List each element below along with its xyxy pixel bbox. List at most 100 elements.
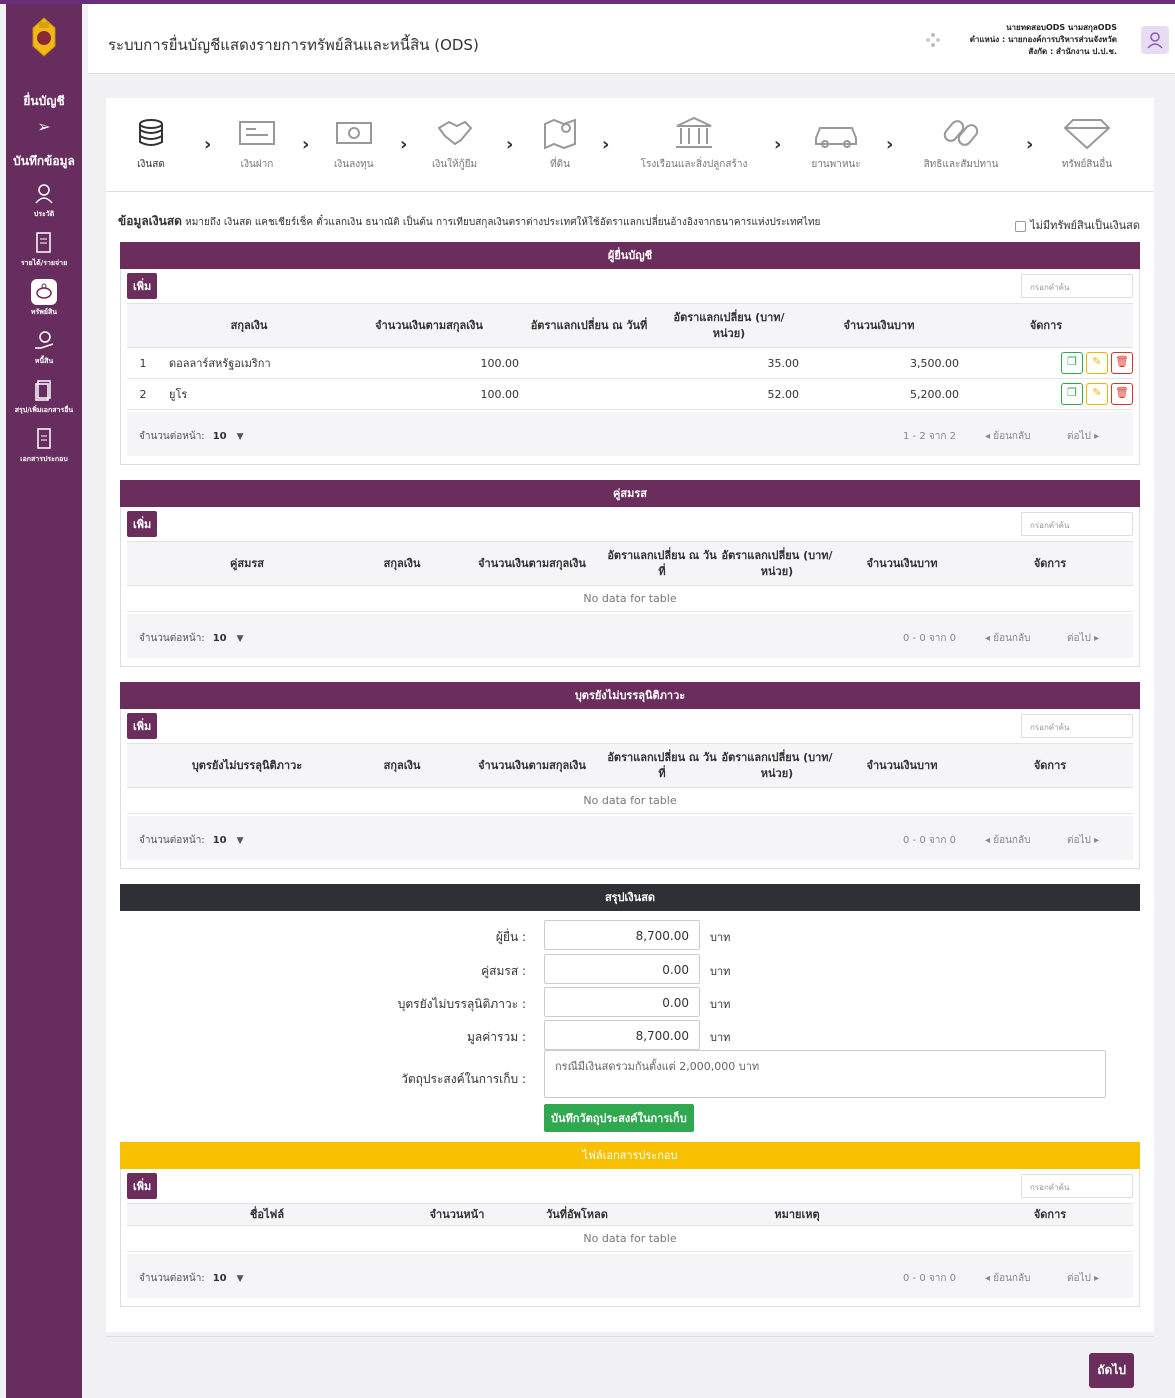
step-land[interactable]: ที่ดิน xyxy=(542,116,578,172)
delete-icon[interactable]: 🗑 xyxy=(1111,383,1133,405)
document-icon xyxy=(31,230,57,256)
column-header: จำนวนเงินตามสกุลเงิน xyxy=(457,743,607,788)
caret-down-icon[interactable]: ▼ xyxy=(237,634,244,644)
next-page-button[interactable]: ต่อไป ▸ xyxy=(1067,833,1099,848)
baht-cell: 3,500.00 xyxy=(799,347,959,379)
search-input[interactable]: กรอกคำค้น xyxy=(1021,512,1133,536)
child-table: บุตรยังไม่บรรลุนิติภาวะ สกุลเงิน จำนวนเง… xyxy=(127,743,1133,814)
unit-label: บาท xyxy=(710,965,731,978)
per-page[interactable]: จำนวนต่อหน้า: 10 ▼ xyxy=(139,833,244,848)
sidebar-item-liabilities[interactable]: หนี้สิน xyxy=(6,328,82,367)
column-header: อัตราแลกเปลี่ยน (บาท/หน่วย) xyxy=(717,743,837,788)
add-button[interactable]: เพิ่ม xyxy=(127,1173,158,1199)
caret-down-icon[interactable]: ▼ xyxy=(237,432,244,442)
step-other-assets[interactable]: ทรัพย์สินอื่น xyxy=(1056,116,1118,172)
step-cash[interactable]: เงินสด xyxy=(134,116,168,172)
per-page-label: จำนวนต่อหน้า: xyxy=(139,835,205,846)
prev-page-button[interactable]: ◂ ย้อนกลับ xyxy=(985,1271,1030,1286)
asset-steps: เงินสด › เงินฝาก › เงินลงทุน › เงินให้กู… xyxy=(106,98,1154,192)
sidebar: ยื่นบัญชี ➢ บันทึกข้อมูล ประวัติ รายได้/… xyxy=(6,4,82,1398)
avatar[interactable] xyxy=(1141,26,1169,54)
summary-child-label: บุตรยังไม่บรรลุนิติภาวะ : xyxy=(397,997,526,1011)
next-page-button[interactable]: ต่อไป ▸ xyxy=(1067,429,1099,444)
edit-icon[interactable]: ✎ xyxy=(1086,352,1108,374)
per-page-value[interactable]: 10 xyxy=(213,633,227,644)
copy-icon[interactable]: ❐ xyxy=(1061,383,1083,405)
copy-icon[interactable]: ❐ xyxy=(1061,352,1083,374)
next-button[interactable]: ถัดไป xyxy=(1089,1353,1134,1388)
person-icon xyxy=(31,181,57,207)
column-header: จำนวนเงินตามสกุลเงิน xyxy=(457,541,607,586)
baht-cell: 5,200.00 xyxy=(799,378,959,410)
column-header: จำนวนเงินบาท xyxy=(837,743,967,788)
column-header: สกุลเงิน xyxy=(347,743,457,788)
add-button[interactable]: เพิ่ม xyxy=(127,273,158,299)
per-page-label: จำนวนต่อหน้า: xyxy=(139,633,205,644)
actions-cell: ❐ ✎ 🗑 xyxy=(959,347,1133,379)
caret-down-icon[interactable]: ▼ xyxy=(237,1274,244,1284)
caret-down-icon[interactable]: ▼ xyxy=(237,836,244,846)
table-row: No data for table xyxy=(127,787,1133,814)
search-input[interactable]: กรอกคำค้น xyxy=(1021,274,1133,298)
next-page-button[interactable]: ต่อไป ▸ xyxy=(1067,1271,1099,1286)
column-header xyxy=(127,743,147,788)
checkbox-icon[interactable] xyxy=(1015,220,1027,232)
summary-total-row: มูลค่ารวม : 8,700.00 บาท xyxy=(106,1020,1154,1050)
step-vehicle[interactable]: ยานพาหนะ xyxy=(806,116,866,172)
add-button[interactable]: เพิ่ม xyxy=(127,511,158,537)
page-range: 1 - 2 จาก 2 xyxy=(903,431,956,442)
diamond-icon xyxy=(1063,119,1111,150)
sidebar-item-profile[interactable]: ประวัติ xyxy=(6,181,82,220)
purpose-textarea[interactable]: กรณีมีเงินสดรวมกันตั้งแต่ 2,000,000 บาท xyxy=(544,1050,1106,1098)
next-page-label: ต่อไป xyxy=(1067,1273,1091,1284)
prev-page-button[interactable]: ◂ ย้อนกลับ xyxy=(985,429,1030,444)
sidebar-item-label: ประวัติ xyxy=(33,210,55,218)
per-page[interactable]: จำนวนต่อหน้า: 10 ▼ xyxy=(139,631,244,646)
column-header: จำนวนหน้า xyxy=(387,1203,527,1226)
step-buildings[interactable]: โรงเรือนและสิ่งปลูกสร้าง xyxy=(634,116,754,172)
per-page-value[interactable]: 10 xyxy=(213,431,227,442)
no-cash-checkbox[interactable]: ไม่มีทรัพย์สินเป็นเงินสด xyxy=(1015,216,1140,234)
next-page-button[interactable]: ต่อไป ▸ xyxy=(1067,631,1099,646)
search-input[interactable]: กรอกคำค้น xyxy=(1021,1174,1133,1198)
per-page-value[interactable]: 10 xyxy=(213,835,227,846)
sidebar-section-file[interactable]: ยื่นบัญชี xyxy=(6,92,82,111)
search-input[interactable]: กรอกคำค้น xyxy=(1021,714,1133,738)
app-title: ระบบการยื่นบัญชีแสดงรายการทรัพย์สินและหน… xyxy=(108,36,479,54)
column-header: อัตราแลกเปลี่ยน (บาท/หน่วย) xyxy=(659,303,799,348)
add-button[interactable]: เพิ่ม xyxy=(127,713,158,739)
currency-cell: ดอลลาร์สหรัฐอเมริกา xyxy=(159,347,339,379)
sidebar-item-label: รายได้/รายจ่าย xyxy=(20,259,68,267)
per-page[interactable]: จำนวนต่อหน้า: 10 ▼ xyxy=(139,429,244,444)
step-investment[interactable]: เงินลงทุน xyxy=(334,116,374,172)
column-header: อัตราแลกเปลี่ยน ณ วันที่ xyxy=(607,541,717,586)
column-header: จำนวนเงินบาท xyxy=(837,541,967,586)
sidebar-item-label: หนี้สิน xyxy=(34,357,54,365)
step-loan[interactable]: เงินให้กู้ยืม xyxy=(432,116,477,172)
apps-dots-icon[interactable] xyxy=(925,32,941,48)
prev-page-button[interactable]: ◂ ย้อนกลับ xyxy=(985,833,1030,848)
step-deposit[interactable]: เงินฝาก xyxy=(238,116,276,172)
sidebar-item-attachments[interactable]: เอกสารประกอบ xyxy=(6,426,82,465)
next-page-label: ต่อไป xyxy=(1067,633,1091,644)
filer-section: ผู้ยื่นบัญชี เพิ่ม กรอกคำค้น สกุลเงิน จำ… xyxy=(120,242,1140,465)
delete-icon[interactable]: 🗑 xyxy=(1111,352,1133,374)
sidebar-item-summary[interactable]: สรุป/เพิ่มเอกสารอื่น xyxy=(6,377,82,416)
send-arrow-icon[interactable]: ➢ xyxy=(6,117,82,136)
sidebar-item-assets[interactable]: ทรัพย์สิน xyxy=(6,279,82,318)
step-rights[interactable]: สิทธิและสัมปทาน xyxy=(918,116,1004,172)
column-header: วันที่อัพโหลด xyxy=(527,1203,627,1226)
column-header: จัดการ xyxy=(959,303,1133,348)
save-purpose-button[interactable]: บันทึกวัตถุประสงค์ในการเก็บ xyxy=(544,1104,694,1132)
step-label: เงินให้กู้ยืม xyxy=(432,159,478,170)
per-page[interactable]: จำนวนต่อหน้า: 10 ▼ xyxy=(139,1271,244,1286)
sidebar-item-label: ทรัพย์สิน xyxy=(30,308,58,316)
prev-page-button[interactable]: ◂ ย้อนกลับ xyxy=(985,631,1030,646)
rate-cell: 52.00 xyxy=(659,378,799,410)
edit-icon[interactable]: ✎ xyxy=(1086,383,1108,405)
per-page-value[interactable]: 10 xyxy=(213,1273,227,1284)
unit-label: บาท xyxy=(710,998,731,1011)
currency-cell: ยูโร xyxy=(159,378,339,410)
sidebar-item-income[interactable]: รายได้/รายจ่าย xyxy=(6,230,82,269)
step-label: เงินลงทุน xyxy=(334,159,374,170)
